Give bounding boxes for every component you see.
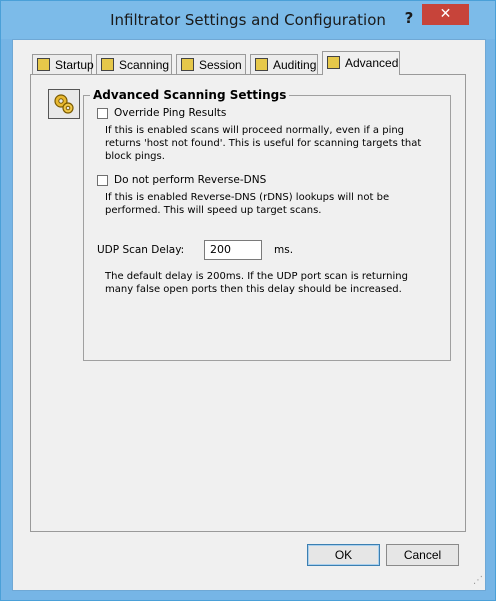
tab-label: Startup [55, 58, 94, 72]
override-ping-checkbox[interactable] [97, 108, 108, 119]
resize-grip-icon[interactable]: ⋰ [471, 576, 483, 588]
udp-delay-input[interactable]: 200 [204, 240, 262, 260]
scanning-icon [101, 58, 114, 71]
cancel-button[interactable]: Cancel [386, 544, 459, 566]
close-button[interactable]: ✕ [422, 4, 469, 25]
gear-icon [54, 94, 74, 114]
tab-session[interactable]: Session [176, 54, 246, 74]
tab-label: Scanning [119, 58, 170, 72]
no-rdns-checkbox[interactable] [97, 175, 108, 186]
udp-delay-label: UDP Scan Delay: [97, 244, 185, 256]
udp-delay-description: The default delay is 200ms. If the UDP p… [105, 271, 408, 295]
tab-auditing[interactable]: Auditing [250, 54, 318, 74]
no-rdns-description: If this is enabled Reverse-DNS (rDNS) lo… [105, 192, 390, 216]
settings-window: Infiltrator Settings and Configuration ?… [0, 0, 496, 601]
tab-label: Auditing [273, 58, 317, 72]
tab-label: Advanced [345, 56, 399, 70]
override-ping-label[interactable]: Override Ping Results [114, 107, 226, 119]
tab-scanning[interactable]: Scanning [96, 54, 172, 74]
advanced-panel: Advanced Scanning Settings Override Ping… [30, 74, 466, 532]
group-title: Advanced Scanning Settings [90, 88, 290, 102]
tab-startup[interactable]: Startup [32, 54, 94, 74]
advanced-icon [327, 56, 340, 69]
help-button[interactable]: ? [397, 9, 421, 29]
override-ping-description: If this is enabled scans will proceed no… [105, 125, 422, 162]
startup-icon [37, 58, 50, 71]
tab-advanced[interactable]: Advanced [322, 51, 400, 75]
tab-label: Session [199, 58, 242, 72]
session-icon [181, 58, 194, 71]
ok-button[interactable]: OK [307, 544, 380, 566]
advanced-scanning-group: Advanced Scanning Settings Override Ping… [83, 88, 451, 361]
no-rdns-label[interactable]: Do not perform Reverse-DNS [114, 174, 266, 186]
advanced-settings-icon-box [48, 89, 80, 119]
dialog-client: Startup Scanning Session Auditing Advanc… [12, 39, 486, 591]
title-bar[interactable]: Infiltrator Settings and Configuration ?… [1, 1, 495, 39]
auditing-icon [255, 58, 268, 71]
udp-delay-unit: ms. [274, 244, 294, 256]
